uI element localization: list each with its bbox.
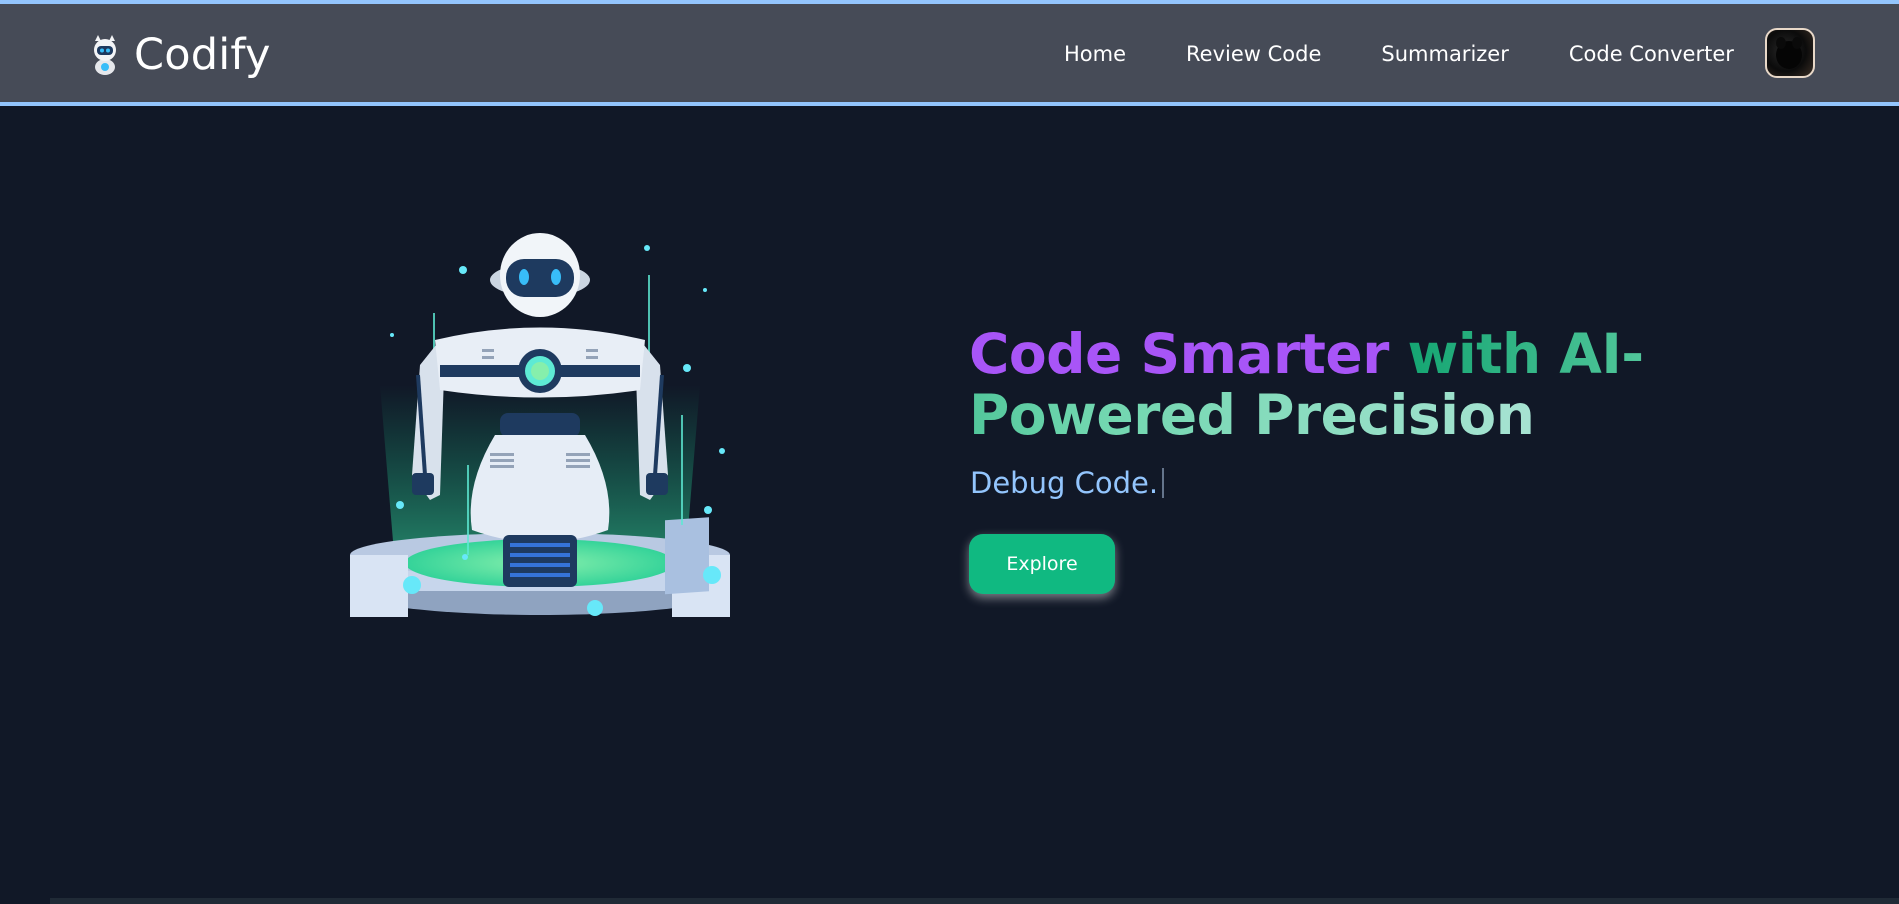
top-navbar: Codify Home Review Code Summarizer Code … bbox=[0, 0, 1899, 106]
user-avatar[interactable] bbox=[1765, 28, 1815, 78]
headline-accent: Code Smarter bbox=[969, 322, 1389, 386]
typewriter-value: Debug Code. bbox=[970, 466, 1159, 500]
page-bottom-divider bbox=[50, 898, 1899, 904]
robot-icon bbox=[94, 35, 116, 75]
typing-caret bbox=[1162, 468, 1165, 498]
typewriter-text: Debug Code. bbox=[970, 466, 1165, 500]
nav-review-code[interactable]: Review Code bbox=[1186, 42, 1321, 66]
robot-illustration bbox=[350, 233, 730, 617]
brand-name: Codify bbox=[134, 30, 271, 80]
hero-headline: Code Smarter with AI-Powered Precision bbox=[969, 324, 1729, 446]
main-nav: Home Review Code Summarizer Code Convert… bbox=[1064, 42, 1734, 66]
brand-link[interactable]: Codify bbox=[86, 30, 271, 80]
nav-code-converter[interactable]: Code Converter bbox=[1569, 42, 1734, 66]
avatar-photo bbox=[1776, 37, 1802, 69]
nav-home[interactable]: Home bbox=[1064, 42, 1126, 66]
explore-button[interactable]: Explore bbox=[969, 534, 1115, 594]
nav-summarizer[interactable]: Summarizer bbox=[1381, 42, 1508, 66]
